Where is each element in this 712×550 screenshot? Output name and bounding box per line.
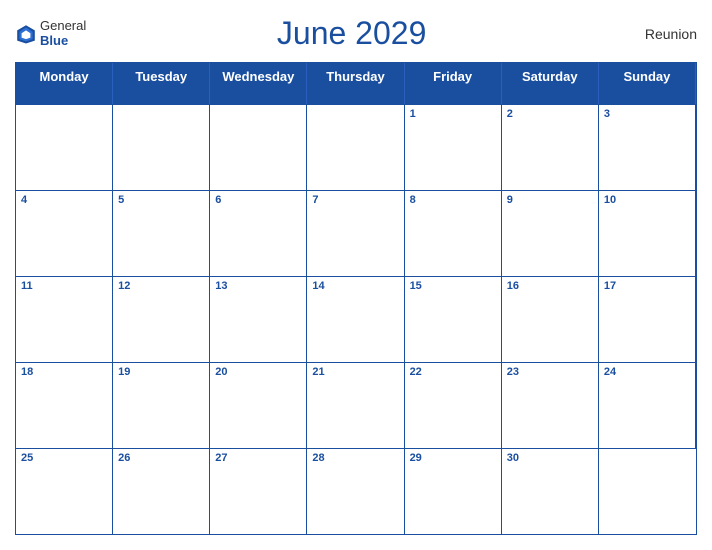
table-row: 25 (16, 448, 113, 534)
logo-general: General (40, 19, 86, 33)
table-row: 27 (210, 448, 307, 534)
calendar-header: General Blue June 2029 Reunion (15, 10, 697, 54)
table-row: 12 (113, 276, 210, 362)
table-row: 14 (307, 276, 404, 362)
table-row (599, 448, 696, 534)
header-thursday: Thursday (307, 63, 404, 104)
table-row (210, 104, 307, 190)
table-row: 16 (502, 276, 599, 362)
table-row: 20 (210, 362, 307, 448)
table-row: 18 (16, 362, 113, 448)
logo-blue: Blue (40, 34, 86, 48)
table-row: 19 (113, 362, 210, 448)
logo-icon (15, 23, 37, 45)
header-wednesday: Wednesday (210, 63, 307, 104)
table-row: 6 (210, 190, 307, 276)
table-row: 28 (307, 448, 404, 534)
table-row: 7 (307, 190, 404, 276)
table-row (16, 104, 113, 190)
table-row: 21 (307, 362, 404, 448)
table-row: 30 (502, 448, 599, 534)
logo: General Blue (15, 19, 86, 48)
table-row: 22 (405, 362, 502, 448)
table-row: 11 (16, 276, 113, 362)
table-row: 26 (113, 448, 210, 534)
table-row (113, 104, 210, 190)
table-row (307, 104, 404, 190)
header-saturday: Saturday (502, 63, 599, 104)
table-row: 29 (405, 448, 502, 534)
header-sunday: Sunday (599, 63, 696, 104)
region-label: Reunion (617, 26, 697, 42)
table-row: 2 (502, 104, 599, 190)
calendar-title: June 2029 (86, 15, 617, 52)
table-row: 5 (113, 190, 210, 276)
table-row: 15 (405, 276, 502, 362)
table-row: 17 (599, 276, 696, 362)
table-row: 10 (599, 190, 696, 276)
header-friday: Friday (405, 63, 502, 104)
table-row: 8 (405, 190, 502, 276)
table-row: 4 (16, 190, 113, 276)
header-tuesday: Tuesday (113, 63, 210, 104)
table-row: 9 (502, 190, 599, 276)
table-row: 23 (502, 362, 599, 448)
table-row: 24 (599, 362, 696, 448)
table-row: 1 (405, 104, 502, 190)
header-monday: Monday (16, 63, 113, 104)
table-row: 3 (599, 104, 696, 190)
calendar: Monday Tuesday Wednesday Thursday Friday… (15, 62, 697, 535)
table-row: 13 (210, 276, 307, 362)
logo-text: General Blue (40, 19, 86, 48)
calendar-grid: Monday Tuesday Wednesday Thursday Friday… (16, 63, 696, 534)
